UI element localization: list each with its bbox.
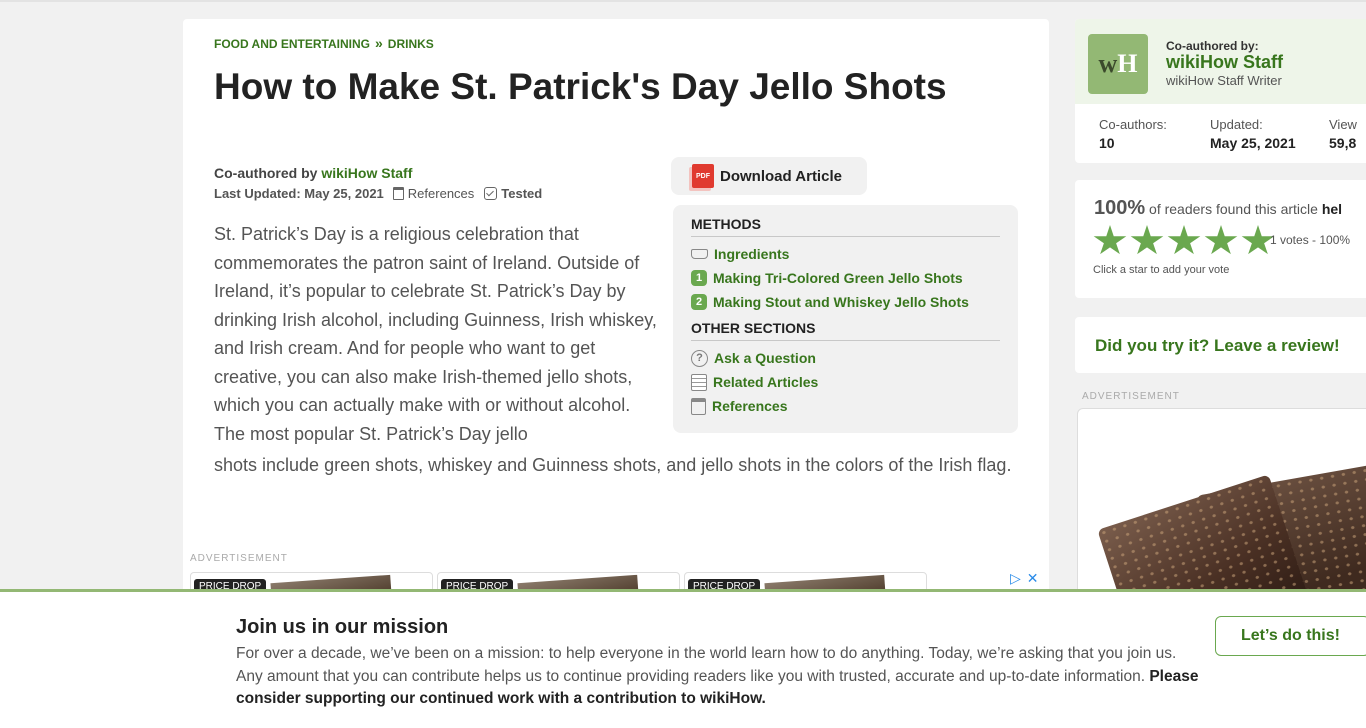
stat-label: Updated: <box>1210 117 1263 132</box>
article-card: FOOD AND ENTERTAINING » DRINKS How to Make… <box>183 19 1049 619</box>
ad-controls: ▷ ✕ <box>1010 570 1039 587</box>
stat-label: Co-authors: <box>1099 117 1167 132</box>
donation-banner: Join us in our mission For over a decade… <box>0 589 1366 728</box>
helpful-percent: 100% <box>1094 197 1146 219</box>
question-icon: ? <box>691 349 708 367</box>
toc-item-label: Related Articles <box>713 374 819 390</box>
review-card: Did you try it? Leave a review! <box>1075 317 1366 373</box>
breadcrumb-category[interactable]: FOOD AND ENTERTAINING <box>214 37 370 51</box>
ingredients-icon <box>691 249 708 259</box>
intro-paragraph-part1: St. Patrick’s Day is a religious celebra… <box>214 224 657 444</box>
coauthor-card: wH Co-authored by: wikiHow Staff wikiHow… <box>1075 19 1366 163</box>
references-icon <box>691 397 706 415</box>
toc-methods-heading: METHODS <box>691 216 1000 237</box>
article-meta: Last Updated: May 25, 2021 References Te… <box>214 186 542 201</box>
toc-item-label: Ask a Question <box>714 350 816 366</box>
stat-label: View <box>1329 117 1357 132</box>
download-label: Download Article <box>720 167 842 185</box>
breadcrumb-subcategory[interactable]: DRINKS <box>388 37 434 51</box>
helpfulness-summary: 100% of readers found this article hel <box>1094 197 1342 220</box>
breadcrumb-separator: » <box>375 35 383 51</box>
ad-label: ADVERTISEMENT <box>190 553 288 564</box>
list-icon <box>691 373 707 391</box>
stat-value: 59,8 <box>1329 135 1357 151</box>
toc-item-ask-question[interactable]: ? Ask a Question <box>691 346 1000 370</box>
references-icon[interactable] <box>392 187 404 200</box>
rating-hint: Click a star to add your vote <box>1093 264 1230 276</box>
page-title: How to Make St. Patrick's Day Jello Shot… <box>214 66 947 107</box>
banner-text: For over a decade, we’ve been on a missi… <box>236 643 1201 711</box>
helpful-text: of readers found this article <box>1145 201 1322 217</box>
star-icon[interactable] <box>1204 225 1238 255</box>
adchoices-icon[interactable]: ▷ <box>1010 570 1021 587</box>
stat-updated: Updated: May 25, 2021 <box>1210 117 1296 151</box>
toc-item-label: References <box>712 398 788 414</box>
tested-check-icon <box>484 187 498 200</box>
byline-prefix: Co-authored by <box>214 165 322 181</box>
top-border <box>0 0 1366 2</box>
stat-value: May 25, 2021 <box>1210 135 1296 151</box>
sidebar-ad-label: ADVERTISEMENT <box>1082 391 1180 402</box>
toc-item-related-articles[interactable]: Related Articles <box>691 370 1000 394</box>
breadcrumb: FOOD AND ENTERTAINING » DRINKS <box>214 35 434 51</box>
toc-item-label: Ingredients <box>714 246 790 262</box>
wikihow-logo-icon: wH <box>1088 34 1148 94</box>
star-icon[interactable] <box>1093 225 1127 255</box>
logo-letter-h: H <box>1117 49 1138 78</box>
tested-badge[interactable]: Tested <box>501 186 542 201</box>
pdf-icon: PDF <box>692 164 714 188</box>
logo-letter-w: w <box>1098 49 1118 78</box>
download-article-button[interactable]: PDF Download Article <box>671 157 867 195</box>
toc-item-ingredients[interactable]: Ingredients <box>691 242 1000 266</box>
byline: Co-authored by wikiHow Staff <box>214 165 412 181</box>
toc-item-method-1[interactable]: 1 Making Tri-Colored Green Jello Shots <box>691 266 1000 290</box>
references-link[interactable]: References <box>408 186 474 201</box>
stat-views: View 59,8 <box>1329 117 1357 151</box>
intro-paragraph-part2: shots include green shots, whiskey and G… <box>214 455 1012 475</box>
toc-item-label: Making Tri-Colored Green Jello Shots <box>713 270 963 286</box>
toc-item-references[interactable]: References <box>691 394 1000 418</box>
star-rating <box>1093 225 1275 257</box>
method-number-badge: 1 <box>691 270 707 286</box>
sidebar-ad[interactable] <box>1077 408 1366 608</box>
author-link[interactable]: wikiHow Staff <box>321 165 412 181</box>
toc-item-label: Making Stout and Whiskey Jello Shots <box>713 294 969 310</box>
rating-card: 100% of readers found this article hel 1… <box>1075 180 1366 298</box>
banner-body: For over a decade, we’ve been on a missi… <box>236 645 1177 685</box>
star-icon[interactable] <box>1130 225 1164 255</box>
method-number-badge: 2 <box>691 294 707 310</box>
leave-review-link[interactable]: Did you try it? Leave a review! <box>1095 336 1340 356</box>
star-icon[interactable] <box>1167 225 1201 255</box>
table-of-contents: METHODS Ingredients 1 Making Tri-Colored… <box>673 205 1018 433</box>
coauthor-name[interactable]: wikiHow Staff <box>1166 52 1283 73</box>
vote-count: 1 votes - 100% <box>1270 233 1351 247</box>
coauthor-role: wikiHow Staff Writer <box>1166 73 1282 88</box>
toc-item-method-2[interactable]: 2 Making Stout and Whiskey Jello Shots <box>691 290 1000 314</box>
stat-value: 10 <box>1099 135 1115 151</box>
banner-title: Join us in our mission <box>236 616 449 638</box>
helpful-text-bold: hel <box>1321 201 1343 217</box>
ad-close-icon[interactable]: ✕ <box>1027 570 1039 587</box>
stat-coauthors: Co-authors: 10 <box>1099 117 1167 151</box>
donate-button[interactable]: Let’s do this! <box>1215 616 1366 656</box>
coauthor-header: wH Co-authored by: wikiHow Staff wikiHow… <box>1075 19 1366 104</box>
last-updated: Last Updated: May 25, 2021 <box>214 186 384 201</box>
coauthored-label: Co-authored by: <box>1166 39 1259 53</box>
toc-other-heading: OTHER SECTIONS <box>691 320 1000 341</box>
